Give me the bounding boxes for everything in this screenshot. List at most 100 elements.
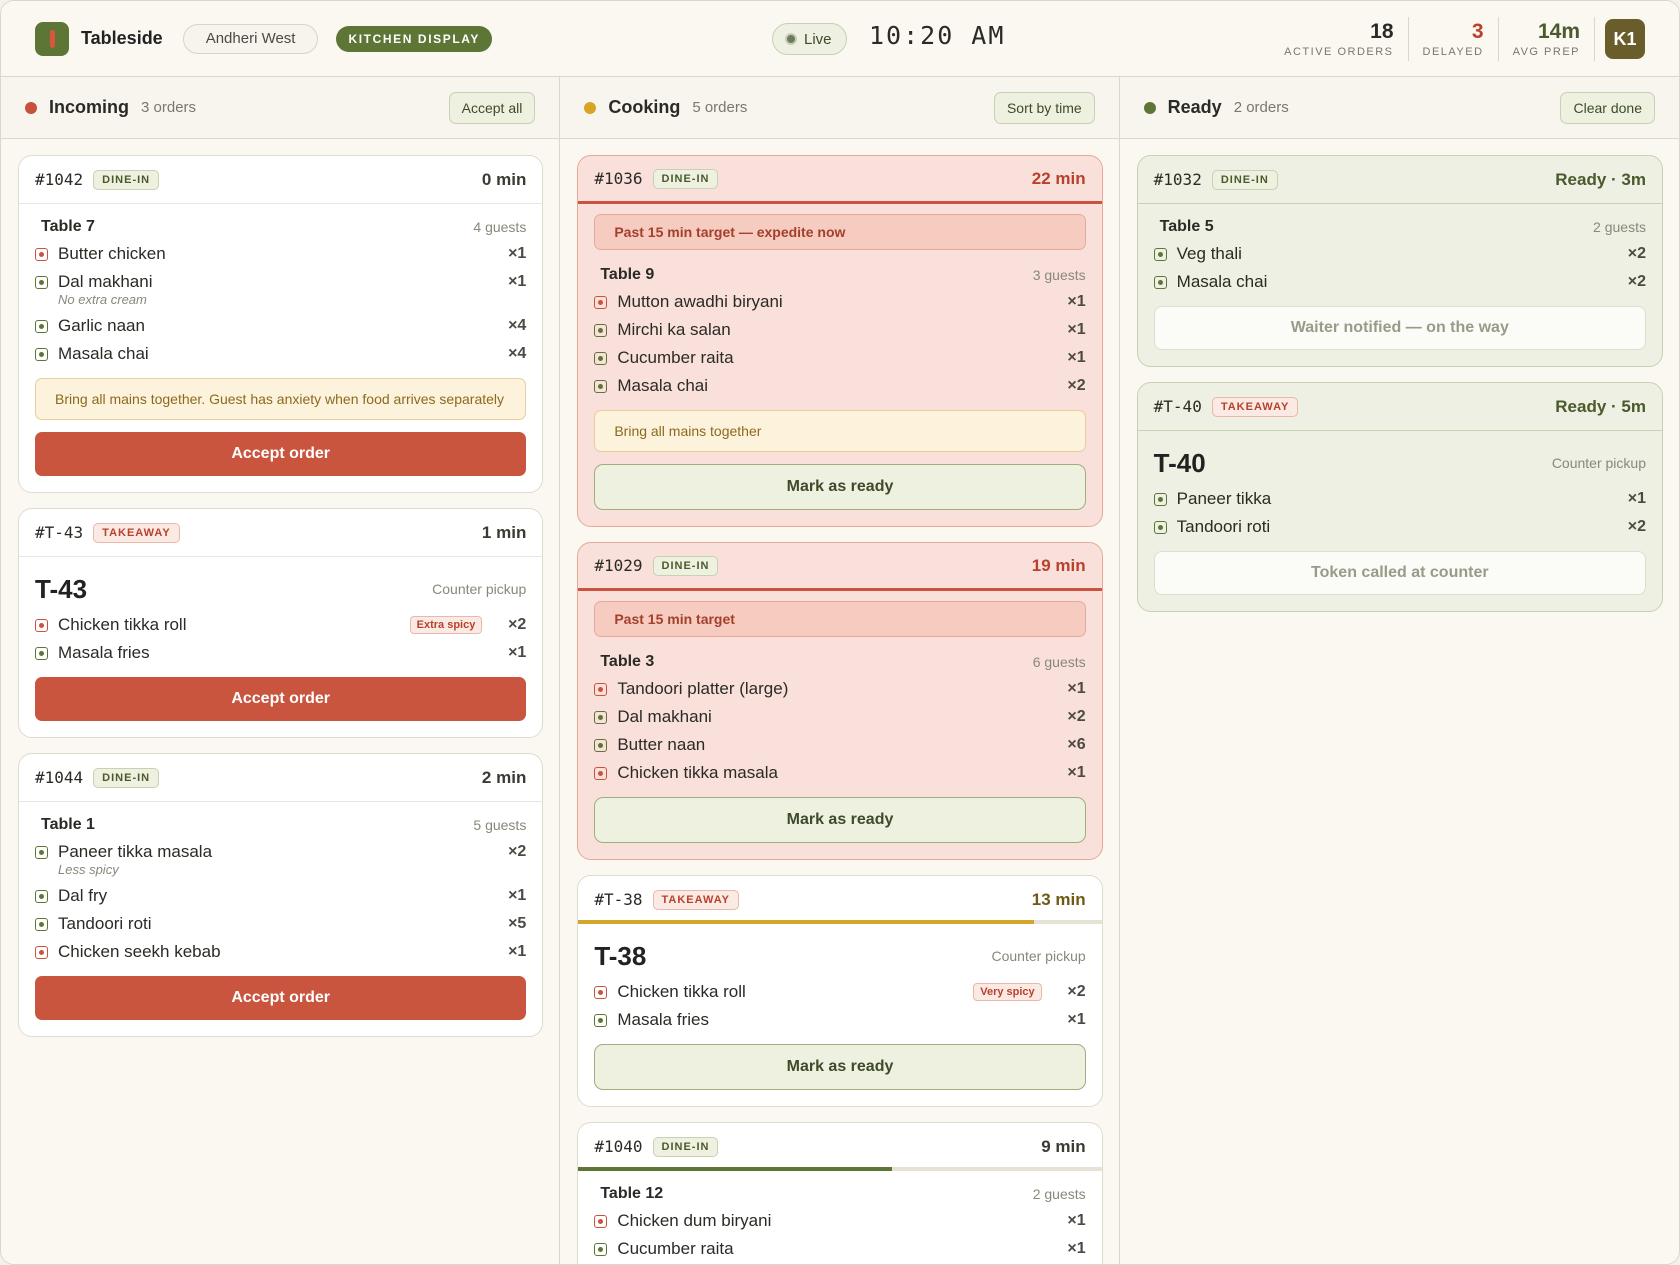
item-name: Chicken seekh kebab xyxy=(58,942,221,961)
order-elapsed-time: 1 min xyxy=(481,522,527,542)
table-row: Table 5 2 guests xyxy=(1154,214,1646,240)
order-item: Dal fry ×1 xyxy=(35,882,526,910)
order-card-body: Table 12 2 guests Chicken dum biryani ×1 Cuc… xyxy=(578,1171,1101,1264)
column-count: 2 orders xyxy=(1233,99,1289,116)
order-item: Masala fries ×1 xyxy=(35,639,526,667)
column-cooking: Cooking 5 orders Sort by time #1036 DINE-IN 2… xyxy=(560,77,1120,1264)
item-name: Butter chicken xyxy=(58,244,166,263)
order-id: #T-40 xyxy=(1153,397,1202,416)
station-avatar[interactable]: K1 xyxy=(1605,19,1645,59)
column-header: Ready 2 orders Clear done xyxy=(1119,77,1679,139)
item-quantity: ×1 xyxy=(1627,490,1646,507)
order-card[interactable]: #T-43 TAKEAWAY 1 min T-43 Counter pickup Chic… xyxy=(18,508,544,738)
item-quantity: ×1 xyxy=(508,245,527,262)
order-item: Chicken dum biryani ×1 xyxy=(594,1207,1086,1235)
order-item: Masala chai ×2 xyxy=(594,372,1086,400)
takeaway-token: T-40 xyxy=(1153,447,1206,478)
order-card[interactable]: #1029 DINE-IN 19 min Past 15 min target Tabl… xyxy=(577,542,1103,860)
stat-label: AVG PREP xyxy=(1512,46,1580,58)
order-item: Tandoori roti ×2 xyxy=(1153,513,1646,541)
item-name: Tandoori platter (large) xyxy=(617,679,789,698)
non-veg-marker-icon xyxy=(594,295,608,309)
cooking-column-action-button[interactable]: Sort by time xyxy=(993,91,1095,124)
order-type-badge: DINE-IN xyxy=(93,169,160,190)
order-card[interactable]: #T-40 TAKEAWAY Ready · 5m T-40 Counter picku… xyxy=(1136,382,1663,612)
item-quantity: ×1 xyxy=(1067,1212,1086,1229)
stat-active-orders: 18 ACTIVE ORDERS xyxy=(1270,17,1409,61)
accept-order-button[interactable]: Accept order xyxy=(35,432,527,476)
order-item: Chicken seekh kebab ×1 xyxy=(35,938,526,966)
takeaway-token: T-38 xyxy=(594,940,647,971)
location-selector[interactable]: Andheri West xyxy=(182,23,319,54)
order-id: #1036 xyxy=(594,169,643,188)
order-id: #1042 xyxy=(35,170,84,189)
item-name: Cucumber raita xyxy=(617,1239,734,1258)
live-label: Live xyxy=(804,30,832,48)
order-elapsed-time: 9 min xyxy=(1041,1136,1086,1156)
order-item: Mirchi ka salan ×1 xyxy=(594,316,1086,344)
item-name: Dal fry xyxy=(58,886,108,905)
item-name: Paneer tikka xyxy=(1176,489,1272,508)
order-id: #T-38 xyxy=(594,890,643,909)
guest-count: 4 guests xyxy=(473,219,527,235)
table-number: Table 1 xyxy=(41,816,95,833)
column-header: Incoming 3 orders Accept all xyxy=(1,77,560,139)
order-card[interactable]: #T-38 TAKEAWAY 13 min T-38 Counter pickup Chi… xyxy=(577,875,1103,1107)
status-dot-icon xyxy=(584,101,597,114)
order-memo: Bring all mains together. Guest has anxi… xyxy=(35,378,527,420)
stat-delayed: 3 DELAYED xyxy=(1409,17,1499,61)
kitchen-display-app: Tableside Andheri West KITCHEN DISPLAY L… xyxy=(0,0,1680,1265)
order-type-badge: DINE-IN xyxy=(93,767,160,788)
order-card-header: #T-43 TAKEAWAY 1 min xyxy=(19,509,543,557)
mark-ready-button[interactable]: Mark as ready xyxy=(594,1044,1086,1090)
order-card[interactable]: #1044 DINE-IN 2 min Table 1 5 guests Paneer t… xyxy=(18,753,544,1037)
item-quantity: ×1 xyxy=(1067,321,1086,338)
guest-count: 3 guests xyxy=(1032,267,1086,283)
item-quantity: ×1 xyxy=(508,887,527,904)
incoming-column-action-button[interactable]: Accept all xyxy=(448,91,536,124)
mark-ready-button[interactable]: Mark as ready xyxy=(594,797,1086,843)
order-item: Chicken tikka roll Extra spicy ×2 xyxy=(35,611,526,639)
order-item: Tandoori roti ×5 xyxy=(35,910,526,938)
veg-marker-icon xyxy=(35,889,48,903)
item-name: Masala fries xyxy=(617,1010,709,1029)
order-card[interactable]: #1040 DINE-IN 9 min Table 12 2 guests Chicken… xyxy=(577,1122,1103,1264)
item-name: Masala chai xyxy=(617,376,709,395)
veg-marker-icon xyxy=(594,710,608,724)
veg-marker-icon xyxy=(1153,520,1167,534)
accept-order-button[interactable]: Accept order xyxy=(35,677,527,721)
order-card[interactable]: #1036 DINE-IN 22 min Past 15 min target — e… xyxy=(577,155,1103,527)
stats-bar: 18 ACTIVE ORDERS 3 DELAYED 14m AVG PREP … xyxy=(1270,1,1679,77)
item-modifier-badge: Very spicy xyxy=(973,983,1042,1001)
order-elapsed-time: 0 min xyxy=(481,169,527,189)
item-note: No extra cream xyxy=(58,292,147,307)
accept-order-button[interactable]: Accept order xyxy=(35,976,527,1020)
mark-ready-button[interactable]: Mark as ready xyxy=(594,464,1086,510)
veg-marker-icon xyxy=(594,379,608,393)
veg-marker-icon xyxy=(35,917,48,931)
item-quantity: ×1 xyxy=(1067,680,1086,697)
order-card[interactable]: #1042 DINE-IN 0 min Table 7 4 guests Butter c… xyxy=(18,155,544,493)
order-elapsed-time: Ready · 5m xyxy=(1555,396,1646,416)
column-incoming: Incoming 3 orders Accept all #1042 DINE-IN 0 … xyxy=(1,77,561,1264)
live-indicator[interactable]: Live xyxy=(772,23,847,55)
veg-marker-icon xyxy=(35,275,48,289)
order-card[interactable]: #1032 DINE-IN Ready · 3m Table 5 2 guests Veg… xyxy=(1136,155,1663,367)
stat-label: DELAYED xyxy=(1422,46,1484,58)
non-veg-marker-icon xyxy=(35,247,48,261)
item-quantity: ×5 xyxy=(508,915,527,932)
item-name: Cucumber raita xyxy=(617,348,734,367)
order-columns: Incoming 3 orders Accept all #1042 DINE-IN 0 … xyxy=(1,77,1679,1264)
veg-marker-icon xyxy=(35,646,48,660)
item-quantity: ×1 xyxy=(1067,349,1086,366)
order-id: #1029 xyxy=(594,556,643,575)
order-card-header: #1036 DINE-IN 22 min xyxy=(578,156,1102,204)
order-card-header: #1042 DINE-IN 0 min xyxy=(19,156,543,204)
ready-status-button[interactable]: Waiter notified — on the way xyxy=(1153,306,1646,350)
pickup-label: Counter pickup xyxy=(1551,455,1646,471)
ready-column-action-button[interactable]: Clear done xyxy=(1560,91,1655,124)
order-card-header: #1040 DINE-IN 9 min xyxy=(578,1123,1102,1171)
top-bar: Tableside Andheri West KITCHEN DISPLAY L… xyxy=(1,1,1679,77)
item-quantity: ×2 xyxy=(1067,377,1086,394)
ready-status-button[interactable]: Token called at counter xyxy=(1153,551,1646,595)
